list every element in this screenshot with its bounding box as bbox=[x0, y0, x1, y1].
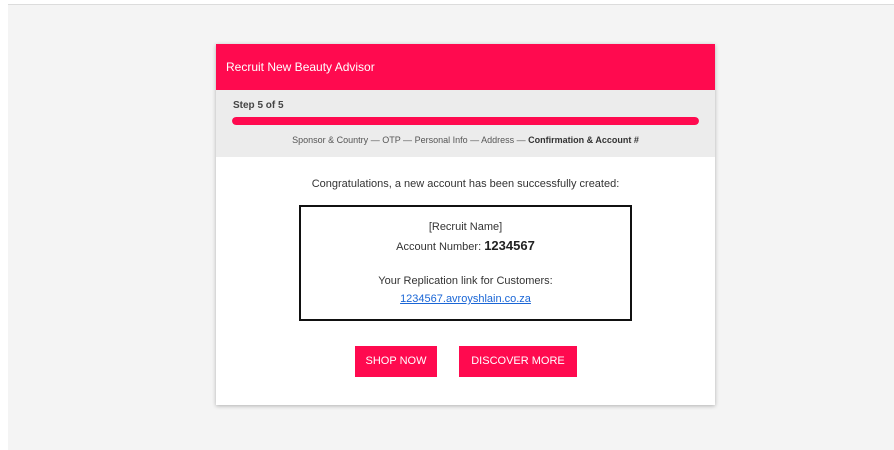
account-number-value: 1234567 bbox=[484, 238, 535, 253]
step-sponsor-country: Sponsor & Country bbox=[292, 135, 369, 145]
progress-bar-fill bbox=[232, 117, 699, 125]
step-separator: — bbox=[400, 135, 415, 145]
account-details-box: [Recruit Name] Account Number: 1234567 Y… bbox=[299, 205, 632, 321]
replication-link-label: Your Replication link for Customers: bbox=[378, 275, 553, 287]
card-header: Recruit New Beauty Advisor bbox=[216, 44, 715, 90]
step-address: Address bbox=[481, 135, 515, 145]
recruit-card: Recruit New Beauty Advisor Step 5 of 5 S… bbox=[216, 44, 715, 405]
progress-bar bbox=[232, 117, 699, 125]
step-separator: — bbox=[467, 135, 482, 145]
step-separator: — bbox=[368, 135, 383, 145]
progress-section: Step 5 of 5 Sponsor & Country — OTP — Pe… bbox=[216, 90, 715, 157]
replication-link-row: 1234567.avroyshlain.co.za bbox=[301, 293, 630, 305]
steps-breadcrumb: Sponsor & Country — OTP — Personal Info … bbox=[216, 135, 715, 145]
account-number-row: Account Number: 1234567 bbox=[301, 238, 630, 253]
step-otp: OTP bbox=[382, 135, 401, 145]
account-number-label: Account Number: bbox=[396, 241, 482, 253]
page-background: Recruit New Beauty Advisor Step 5 of 5 S… bbox=[8, 4, 894, 450]
step-confirmation-current: Confirmation & Account # bbox=[528, 135, 639, 145]
shop-now-button[interactable]: SHOP NOW bbox=[355, 346, 437, 377]
step-label: Step 5 of 5 bbox=[233, 100, 284, 111]
step-separator: — bbox=[514, 135, 529, 145]
replication-link[interactable]: 1234567.avroyshlain.co.za bbox=[400, 293, 531, 305]
success-message: Congratulations, a new account has been … bbox=[311, 178, 620, 190]
discover-more-button[interactable]: DISCOVER MORE bbox=[459, 346, 577, 377]
step-personal-info: Personal Info bbox=[414, 135, 468, 145]
recruit-name: [Recruit Name] bbox=[428, 221, 503, 233]
card-title: Recruit New Beauty Advisor bbox=[226, 60, 375, 74]
